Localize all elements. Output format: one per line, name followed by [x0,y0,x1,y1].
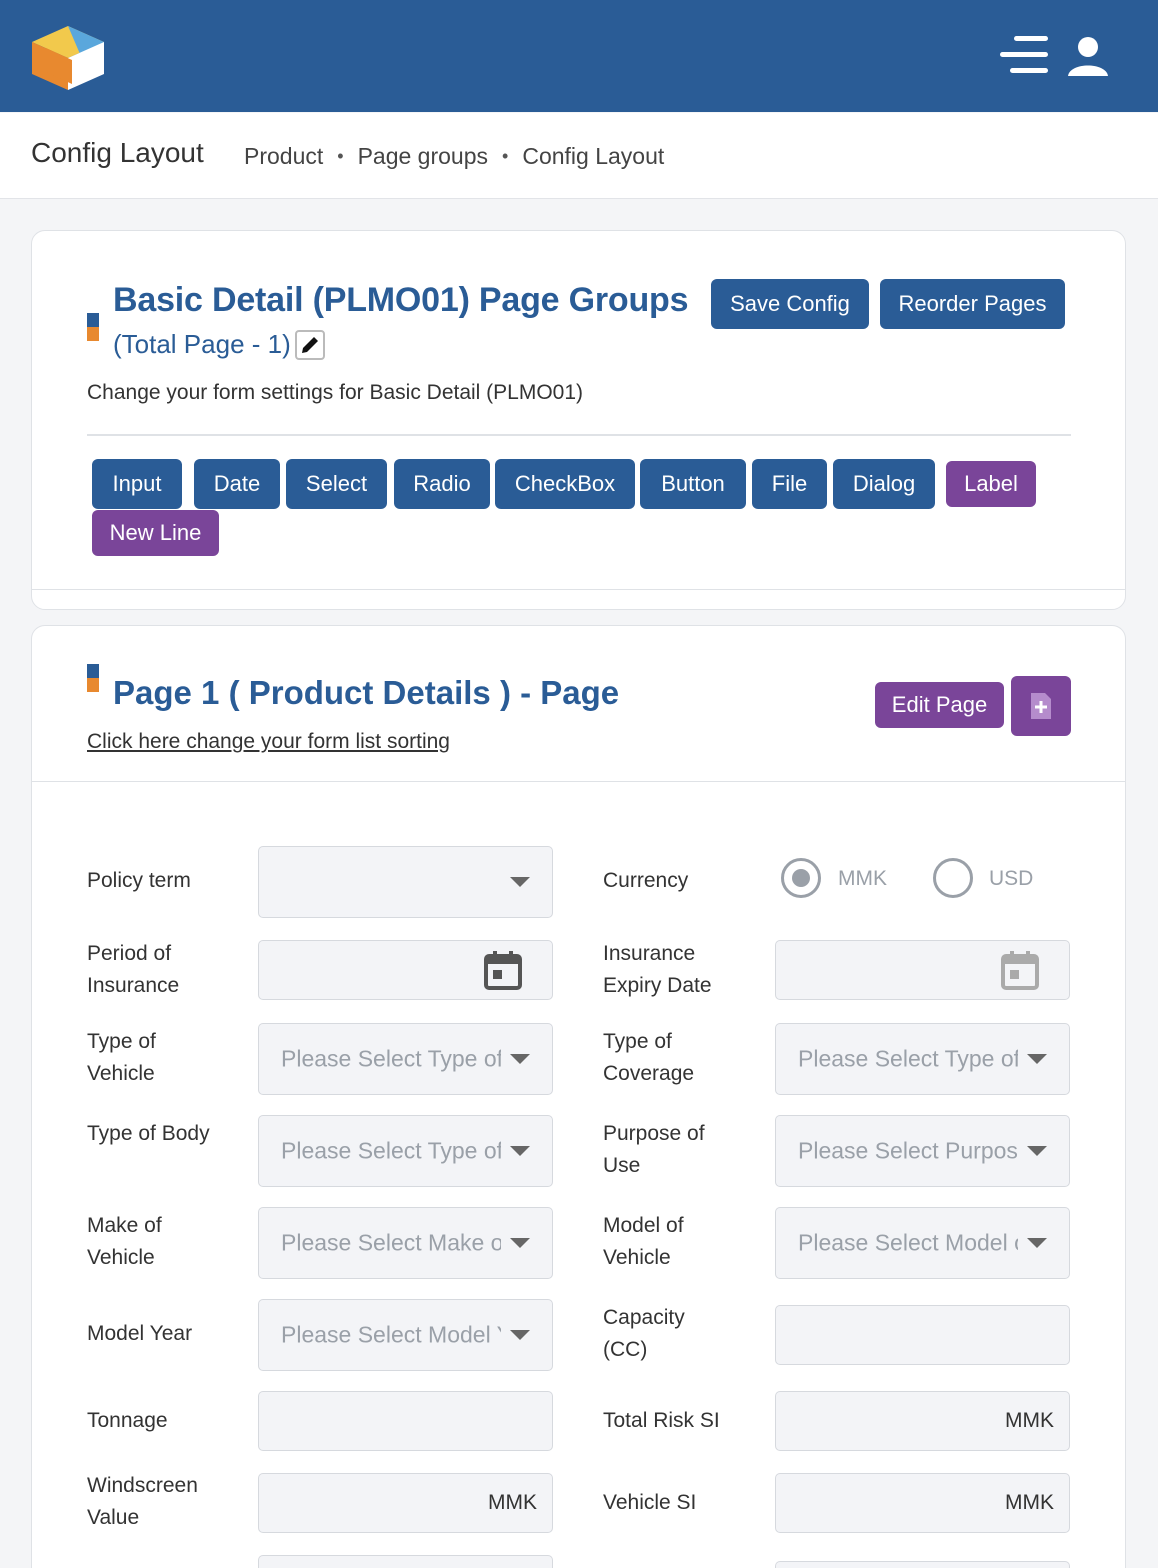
next-field-input[interactable] [775,1561,1070,1568]
breadcrumb-separator: • [337,146,344,166]
page-heading: Page 1 ( Product Details ) - Page [113,674,620,711]
type-of-coverage-label: Type of Coverage [603,1030,695,1085]
chevron-down-icon [510,1330,530,1340]
calendar-icon[interactable] [1001,950,1039,990]
add-button-button[interactable]: Button [640,459,746,509]
add-radio-button[interactable]: Radio [394,459,490,509]
capacity-label: Capacity (CC) [603,1306,685,1361]
add-date-button[interactable]: Date [194,459,280,509]
breadcrumb-separator: • [502,146,509,166]
type-of-vehicle-label: Type of Vehicle [87,1030,156,1085]
group-description: Change your form settings for Basic Deta… [87,381,584,404]
model-year-select[interactable]: Please Select Model Year [258,1299,553,1371]
divider [87,434,1071,436]
select-placeholder: Please Select Make of Vehicle [281,1229,501,1256]
make-of-vehicle-label: Make of Vehicle [87,1214,162,1269]
make-of-vehicle-select[interactable]: Please Select Make of Vehicle [258,1207,553,1279]
breadcrumb-bar: Config Layout Product • Page groups • Co… [0,113,1158,199]
insurance-expiry-date-label: Insurance Expiry Date [603,942,712,997]
group-subheading: (Total Page - 1) [113,329,325,360]
chevron-down-icon [1027,1146,1047,1156]
breadcrumb-item-config-layout: Config Layout [522,143,665,169]
model-year-label: Model Year [87,1322,193,1345]
edit-page-button[interactable]: Edit Page [875,682,1004,728]
pencil-edit-icon[interactable] [294,329,325,360]
select-placeholder: Please Select Type of Body [281,1137,501,1164]
chevron-down-icon [1027,1238,1047,1248]
total-risk-si-input[interactable]: MMK [775,1391,1070,1451]
period-of-insurance-label: Period of Insurance [87,942,180,997]
accent-marker [87,313,99,341]
period-of-insurance-datepicker[interactable] [258,940,553,1000]
windscreen-value-input[interactable]: MMK [258,1473,553,1533]
select-placeholder: Please Select Purpose of Use [798,1137,1018,1164]
currency-radio-mmk[interactable] [781,858,821,898]
policy-term-label: Policy term [87,869,191,892]
capacity-input[interactable] [775,1305,1070,1365]
type-of-vehicle-select[interactable]: Please Select Type of Vehicle [258,1023,553,1095]
currency-label: Currency [603,869,689,892]
chevron-down-icon [510,877,530,887]
total-page-label: (Total Page - 1) [113,329,291,359]
add-dialog-button[interactable]: Dialog [833,459,935,509]
page-title: Config Layout [31,137,204,168]
select-placeholder: Please Select Type of Coverage [798,1045,1018,1072]
currency-option-mmk: MMK [838,867,887,890]
add-select-button[interactable]: Select [286,459,387,509]
add-checkbox-button[interactable]: CheckBox [495,459,635,509]
breadcrumb-item-product[interactable]: Product [244,143,323,170]
type-of-body-select[interactable]: Please Select Type of Body [258,1115,553,1187]
type-of-coverage-select[interactable]: Please Select Type of Coverage [775,1023,1070,1095]
divider [32,589,1125,590]
add-file-button[interactable]: File [752,459,827,509]
insurance-expiry-datepicker[interactable] [775,940,1070,1000]
currency-radio-usd[interactable] [933,858,973,898]
chevron-down-icon [510,1054,530,1064]
currency-unit: MMK [488,1491,537,1514]
purpose-of-use-select[interactable]: Please Select Purpose of Use [775,1115,1070,1187]
chevron-down-icon [510,1238,530,1248]
chevron-down-icon [1027,1054,1047,1064]
currency-unit: MMK [1005,1491,1054,1514]
add-input-button[interactable]: Input [92,459,182,509]
page-group-card: Basic Detail (PLMO01) Page Groups (Total… [31,230,1126,610]
windscreen-value-label: Windscreen Value [87,1474,198,1529]
add-label-button[interactable]: Label [946,461,1036,507]
group-heading: Basic Detail (PLMO01) Page Groups [113,281,689,319]
type-of-body-label: Type of Body [87,1122,210,1145]
breadcrumb-item-page-groups[interactable]: Page groups [358,143,488,170]
breadcrumb: Product • Page groups • Config Layout [244,143,664,170]
add-new-line-button[interactable]: New Line [92,510,219,556]
select-placeholder: Please Select Model of Vehicle [798,1229,1018,1256]
select-placeholder: Please Select Type of Vehicle [281,1045,501,1072]
chevron-down-icon [510,1146,530,1156]
currency-unit: MMK [1005,1409,1054,1432]
currency-option-usd: USD [989,867,1034,890]
divider [32,781,1125,782]
vehicle-si-label: Vehicle SI [603,1491,697,1514]
menu-icon[interactable] [1000,36,1052,76]
tonnage-label: Tonnage [87,1409,168,1432]
vehicle-si-input[interactable]: MMK [775,1473,1070,1533]
model-of-vehicle-label: Model of Vehicle [603,1214,684,1269]
policy-term-select[interactable] [258,846,553,918]
sort-form-list-link[interactable]: Click here change your form list sorting [87,730,450,754]
total-risk-si-label: Total Risk SI [603,1409,720,1432]
accent-marker [87,664,99,692]
tonnage-input[interactable] [258,1391,553,1451]
user-icon[interactable] [1066,36,1110,78]
save-config-button[interactable]: Save Config [711,279,869,329]
next-field-input[interactable] [258,1555,553,1568]
calendar-icon[interactable] [484,950,522,990]
add-file-icon[interactable] [1011,676,1071,736]
reorder-pages-button[interactable]: Reorder Pages [880,279,1065,329]
cube-logo[interactable] [28,20,108,92]
purpose-of-use-label: Purpose of Use [603,1122,705,1177]
model-of-vehicle-select[interactable]: Please Select Model of Vehicle [775,1207,1070,1279]
select-placeholder: Please Select Model Year [281,1321,501,1348]
top-navbar [0,0,1158,112]
